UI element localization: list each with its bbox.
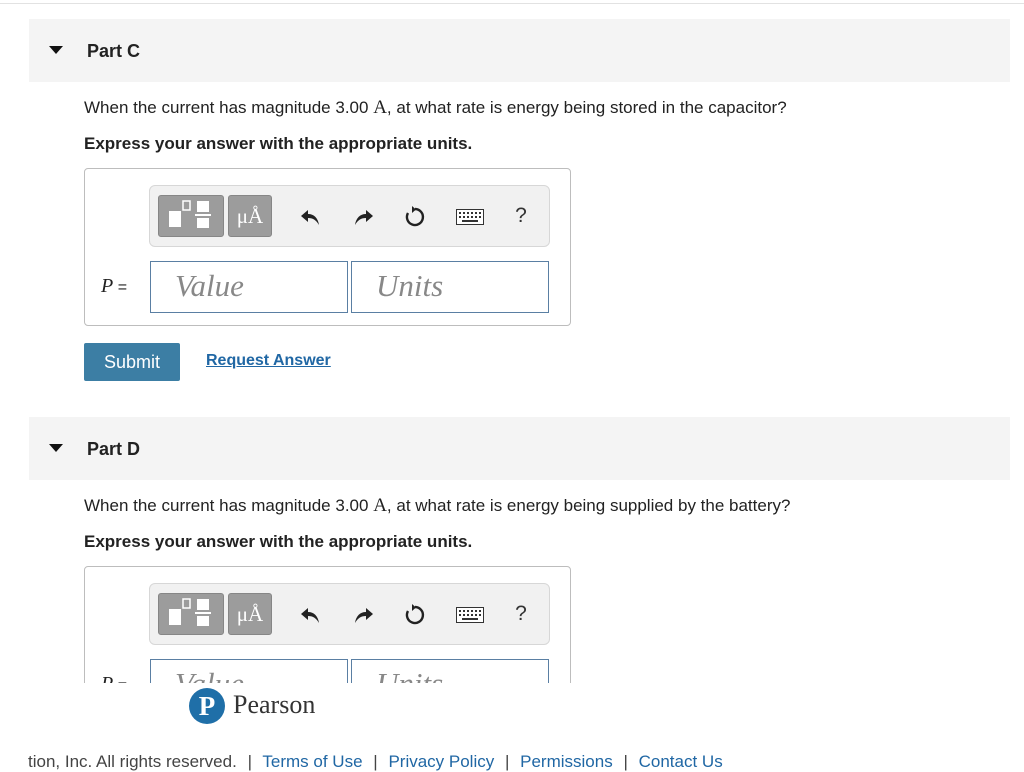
contact-link[interactable]: Contact Us — [639, 752, 723, 771]
footer: tion, Inc. All rights reserved. | Terms … — [28, 752, 723, 771]
part-d-question: When the current has magnitude 3.00 A, a… — [84, 495, 791, 516]
part-d-region: Part D When the current has magnitude 3.… — [0, 0, 1024, 683]
value-input[interactable]: Value — [150, 659, 348, 683]
keyboard-icon[interactable] — [450, 593, 490, 635]
part-d-title: Part D — [87, 439, 141, 459]
help-icon[interactable]: ? — [504, 593, 538, 635]
permissions-link[interactable]: Permissions — [520, 752, 613, 771]
reset-icon[interactable] — [398, 593, 432, 635]
templates-icon — [169, 598, 211, 626]
part-d-instruction: Express your answer with the appropriate… — [84, 532, 473, 551]
part-d-answer-box: μÅ ? P = Value Units — [84, 566, 571, 683]
collapse-triangle-icon[interactable] — [49, 444, 63, 452]
units-input[interactable]: Units — [351, 659, 549, 683]
math-toolbar: μÅ ? — [149, 583, 550, 645]
answer-row: P = Value Units — [85, 659, 570, 683]
undo-icon[interactable] — [294, 593, 328, 635]
pearson-logo-icon: P — [189, 688, 225, 724]
pearson-name: Pearson — [233, 690, 316, 719]
variable-label: P = — [101, 673, 127, 683]
units-button[interactable]: μÅ — [228, 593, 272, 635]
redo-icon[interactable] — [346, 593, 380, 635]
part-d-header[interactable]: Part D — [29, 417, 1010, 480]
terms-link[interactable]: Terms of Use — [262, 752, 362, 771]
templates-button[interactable] — [158, 593, 224, 635]
current-unit: A — [373, 495, 387, 516]
copyright-text: tion, Inc. All rights reserved. — [28, 752, 237, 771]
privacy-link[interactable]: Privacy Policy — [388, 752, 494, 771]
